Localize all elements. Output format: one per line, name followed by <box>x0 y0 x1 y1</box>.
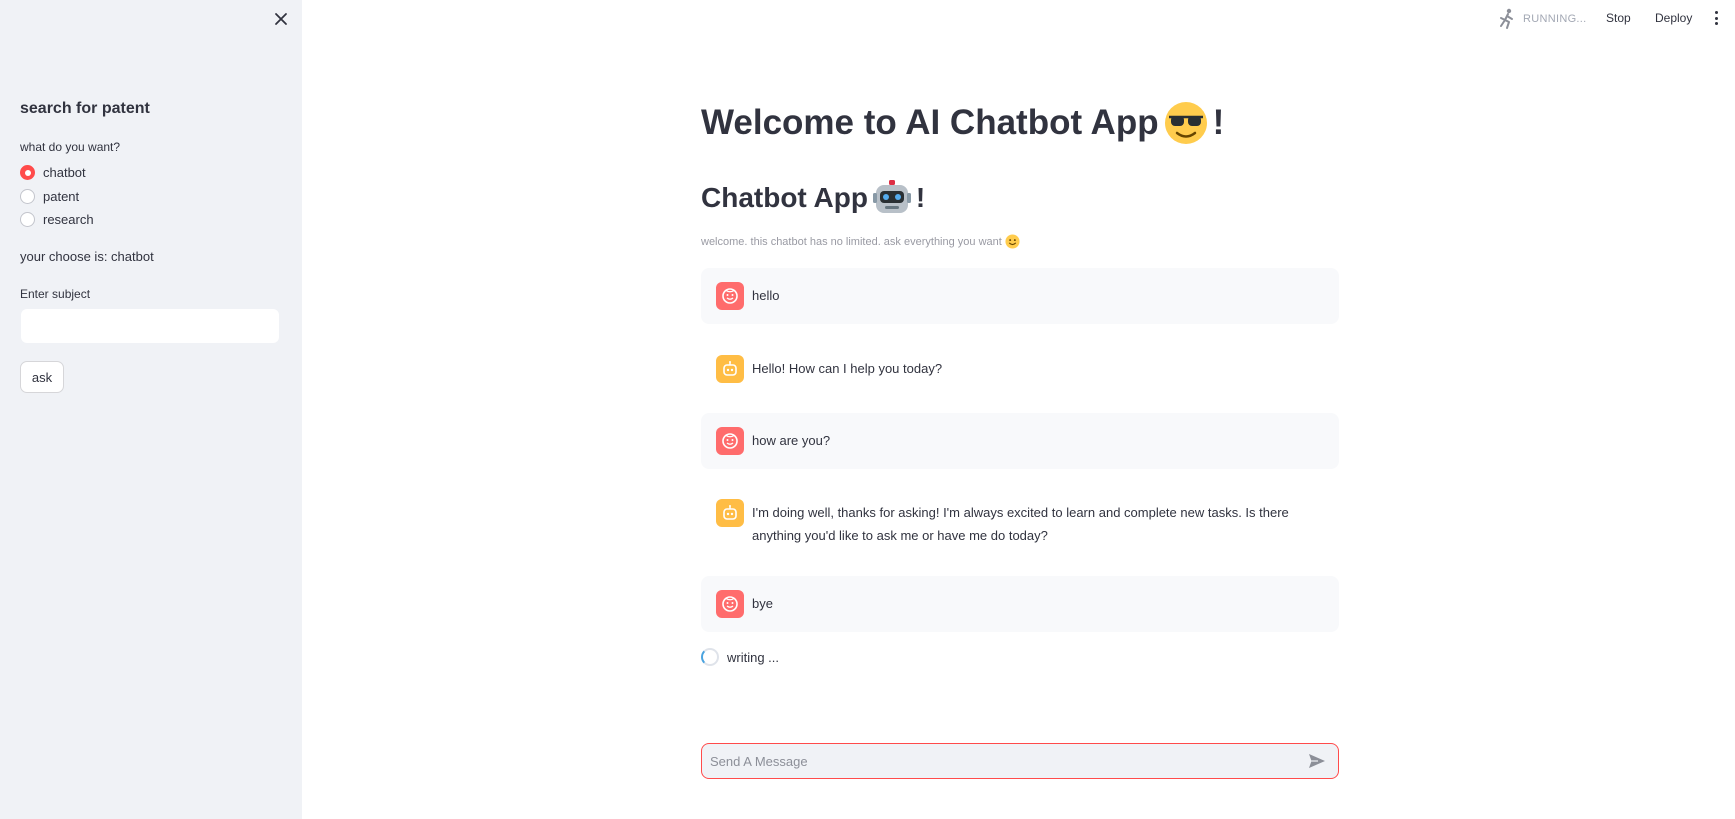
send-icon <box>1309 754 1325 768</box>
caption: welcome. this chatbot has no limited. as… <box>701 234 1020 249</box>
running-man-icon <box>1500 8 1513 29</box>
kebab-menu-icon[interactable] <box>1709 9 1723 27</box>
chat-message-assistant: I'm doing well, thanks for asking! I'm a… <box>701 485 1339 565</box>
bot-face-icon <box>723 361 737 376</box>
page-title-text: Welcome to AI Chatbot App <box>701 103 1159 142</box>
user-avatar <box>716 427 744 455</box>
radio-button[interactable] <box>20 189 35 204</box>
stop-button[interactable]: Stop <box>1606 11 1631 25</box>
spinner-icon <box>701 648 719 666</box>
radio-option-research[interactable]: research <box>20 212 94 227</box>
user-avatar <box>716 282 744 310</box>
caption-text: welcome. this chatbot has no limited. as… <box>701 235 1002 248</box>
user-face-icon <box>722 288 738 304</box>
running-status-text: RUNNING... <box>1523 13 1587 25</box>
user-face-icon <box>722 433 738 449</box>
chat-message-user: how are you? <box>701 413 1339 469</box>
sunglasses-face-icon <box>1164 102 1207 144</box>
sidebar-title: search for patent <box>20 100 150 117</box>
subject-input[interactable] <box>20 308 280 344</box>
radio-option-label: research <box>43 212 94 227</box>
chat-input[interactable] <box>710 744 1304 778</box>
subject-label: Enter subject <box>20 287 91 301</box>
send-button[interactable] <box>1304 748 1330 774</box>
sidebar: search for patent what do you want? chat… <box>0 0 302 819</box>
chat-message-text: bye <box>752 596 773 611</box>
radio-option-chatbot[interactable]: chatbot <box>20 165 86 180</box>
chat-message-text: how are you? <box>752 433 831 448</box>
radio-option-label: patent <box>43 189 80 204</box>
smiling-face-icon <box>1005 234 1020 249</box>
deploy-button[interactable]: Deploy <box>1655 11 1692 25</box>
subtitle: Chatbot App ! <box>701 178 925 218</box>
chat-message-text: Hello! How can I help you today? <box>752 361 943 376</box>
radio-option-patent[interactable]: patent <box>20 189 79 204</box>
close-sidebar-button[interactable] <box>270 8 292 30</box>
radio-group-label: what do you want? <box>20 140 121 154</box>
chat-message-user: bye <box>701 576 1339 632</box>
bot-face-icon <box>723 505 737 520</box>
chat-message-user: hello <box>701 268 1339 324</box>
subtitle-text: Chatbot App <box>701 182 868 213</box>
close-icon <box>275 13 287 25</box>
chat-message-assistant: Hello! How can I help you today? <box>701 341 1339 397</box>
user-avatar <box>716 590 744 618</box>
spinner-text: writing ... <box>727 649 780 665</box>
chosen-option-text: your choose is: chatbot <box>20 249 154 264</box>
bot-avatar <box>716 499 744 527</box>
chat-input-container <box>701 743 1339 779</box>
user-face-icon <box>722 596 738 612</box>
ask-button[interactable]: ask <box>20 361 64 393</box>
robot-face-icon <box>872 180 911 213</box>
chat-message-text: hello <box>752 288 780 303</box>
radio-option-label: chatbot <box>43 165 86 180</box>
radio-button[interactable] <box>20 212 35 227</box>
chat-message-text: I'm doing well, thanks for asking! I'm a… <box>752 505 1289 543</box>
bot-avatar <box>716 355 744 383</box>
page-title: Welcome to AI Chatbot App ! <box>701 100 1224 146</box>
writing-spinner: writing ... <box>701 648 779 666</box>
subtitle-suffix: ! <box>915 182 926 213</box>
running-status: RUNNING... <box>1497 8 1587 30</box>
page-title-suffix: ! <box>1212 103 1225 142</box>
radio-button-checked[interactable] <box>20 165 35 180</box>
